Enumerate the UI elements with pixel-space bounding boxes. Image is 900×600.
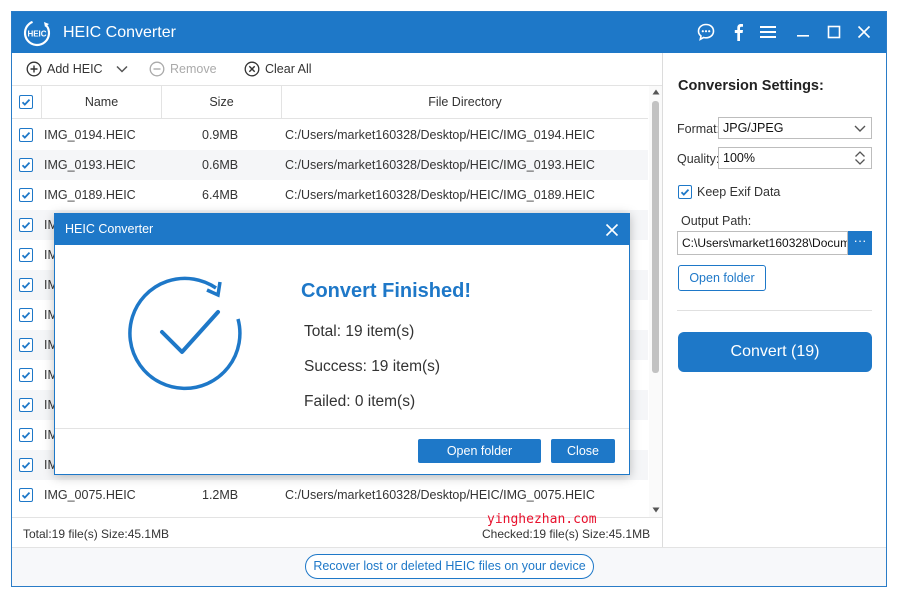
chevron-down-icon (116, 65, 128, 73)
row-checkbox[interactable] (19, 458, 33, 472)
stepper-arrows-icon[interactable] (854, 150, 866, 166)
convert-finished-dialog: HEIC Converter Convert Finished! Total: … (54, 213, 630, 475)
format-label: Format: (677, 122, 721, 136)
dialog-divider (55, 428, 629, 429)
row-checkbox[interactable] (19, 488, 33, 502)
scroll-thumb[interactable] (652, 101, 659, 373)
settings-divider (677, 310, 872, 311)
row-checkbox[interactable] (19, 128, 33, 142)
recover-files-button[interactable]: Recover lost or deleted HEIC files on yo… (305, 554, 594, 579)
dialog-close-button[interactable]: Close (551, 439, 615, 463)
browse-button[interactable]: ··· (848, 231, 872, 255)
clear-all-label: Clear All (265, 62, 312, 76)
table-row[interactable]: IMG_0189.HEIC 6.4MB C:/Users/market160328/… (12, 180, 648, 210)
add-heic-button[interactable]: Add HEIC (26, 60, 103, 78)
convert-button[interactable]: Convert (19) (678, 332, 872, 372)
format-value: JPG/JPEG (723, 121, 784, 135)
file-name-cell: IMG_0075.HEIC (44, 488, 136, 502)
scrollbar[interactable] (649, 86, 662, 517)
dialog-success: Success: 19 item(s) (304, 358, 441, 375)
status-checked: Checked:19 file(s) Size:45.1MB (482, 527, 651, 541)
dialog-close-icon[interactable] (601, 219, 623, 241)
file-directory-cell: C:/Users/market160328/Desktop/HEIC/IMG_0… (285, 188, 595, 202)
table-row[interactable]: IMG_0193.HEIC 0.6MB C:/Users/market160328/… (12, 150, 648, 180)
select-all-checkbox[interactable] (19, 95, 33, 109)
x-circle-icon (244, 61, 260, 77)
row-checkbox[interactable] (19, 368, 33, 382)
header-name[interactable]: Name (42, 86, 162, 119)
table-header: Name Size File Directory (12, 86, 648, 119)
file-size-cell: 0.6MB (202, 158, 239, 172)
app-title: HEIC Converter (63, 24, 176, 41)
dialog-title: HEIC Converter (65, 222, 154, 236)
settings-panel: Conversion Settings: Format: JPG/JPEG Qu… (663, 53, 886, 547)
svg-text:HEIC: HEIC (27, 30, 46, 39)
chevron-down-icon (854, 125, 866, 132)
dialog-failed: Failed: 0 item(s) (304, 393, 416, 410)
row-checkbox[interactable] (19, 308, 33, 322)
row-checkbox[interactable] (19, 248, 33, 262)
row-checkbox[interactable] (19, 338, 33, 352)
file-name-cell: IMG_0193.HEIC (44, 158, 136, 172)
status-total: Total:19 file(s) Size:45.1MB (23, 527, 170, 541)
quality-label: Quality: (677, 152, 720, 166)
heic-logo-icon: HEIC (23, 19, 51, 47)
scroll-up-icon[interactable] (652, 89, 660, 95)
header-directory[interactable]: File Directory (282, 86, 648, 119)
plus-circle-icon (26, 61, 42, 77)
file-name-cell: IMG_0189.HEIC (44, 188, 136, 202)
success-check-icon (128, 276, 242, 391)
dialog-heading: Convert Finished! (301, 280, 472, 302)
table-row[interactable]: IMG_0194.HEIC 0.9MB C:/Users/market160328/… (12, 120, 648, 150)
table-row[interactable]: IMG_0075.HEIC 1.2MB C:/Users/market160328/… (12, 480, 648, 510)
remove-button[interactable]: Remove (149, 60, 217, 78)
quality-value: 100% (723, 151, 755, 165)
output-path-label: Output Path: (681, 214, 752, 228)
row-checkbox[interactable] (19, 398, 33, 412)
keep-exif-checkbox[interactable] (678, 185, 692, 199)
dialog-title-bar[interactable]: HEIC Converter (55, 214, 629, 245)
output-path-field[interactable]: C:\Users\market160328\Documents (677, 231, 848, 255)
format-select[interactable]: JPG/JPEG (718, 117, 872, 139)
add-heic-label: Add HEIC (47, 62, 103, 76)
close-icon[interactable] (853, 21, 875, 43)
clear-all-button[interactable]: Clear All (244, 60, 312, 78)
row-checkbox[interactable] (19, 278, 33, 292)
scroll-down-icon[interactable] (652, 507, 660, 513)
title-bar[interactable]: HEIC HEIC Converter (12, 12, 886, 53)
minus-circle-icon (149, 61, 165, 77)
file-size-cell: 6.4MB (202, 188, 239, 202)
header-size[interactable]: Size (162, 86, 282, 119)
menu-icon[interactable] (757, 21, 779, 43)
file-directory-cell: C:/Users/market160328/Desktop/HEIC/IMG_0… (285, 488, 595, 502)
quality-stepper[interactable]: 100% (718, 147, 872, 169)
minimize-icon[interactable] (792, 21, 814, 43)
file-size-cell: 1.2MB (202, 488, 239, 502)
bottom-bar: Recover lost or deleted HEIC files on yo… (12, 547, 886, 586)
file-name-cell: IMG_0194.HEIC (44, 128, 136, 142)
add-dropdown-button[interactable] (115, 60, 129, 78)
chat-icon[interactable] (695, 21, 717, 43)
maximize-icon[interactable] (823, 21, 845, 43)
facebook-icon[interactable] (727, 21, 749, 43)
remove-label: Remove (170, 62, 217, 76)
file-directory-cell: C:/Users/market160328/Desktop/HEIC/IMG_0… (285, 128, 595, 142)
keep-exif-label: Keep Exif Data (697, 185, 781, 199)
row-checkbox[interactable] (19, 428, 33, 442)
settings-title: Conversion Settings: (678, 78, 824, 94)
toolbar: Add HEIC Remove Clear All (12, 53, 662, 85)
watermark-text: yinghezhan.com (487, 512, 597, 527)
dialog-total: Total: 19 item(s) (304, 323, 415, 340)
file-directory-cell: C:/Users/market160328/Desktop/HEIC/IMG_0… (285, 158, 595, 172)
row-checkbox[interactable] (19, 218, 33, 232)
row-checkbox[interactable] (19, 188, 33, 202)
row-checkbox[interactable] (19, 158, 33, 172)
file-size-cell: 0.9MB (202, 128, 239, 142)
dialog-open-folder-button[interactable]: Open folder (418, 439, 541, 463)
open-folder-button[interactable]: Open folder (678, 265, 766, 291)
